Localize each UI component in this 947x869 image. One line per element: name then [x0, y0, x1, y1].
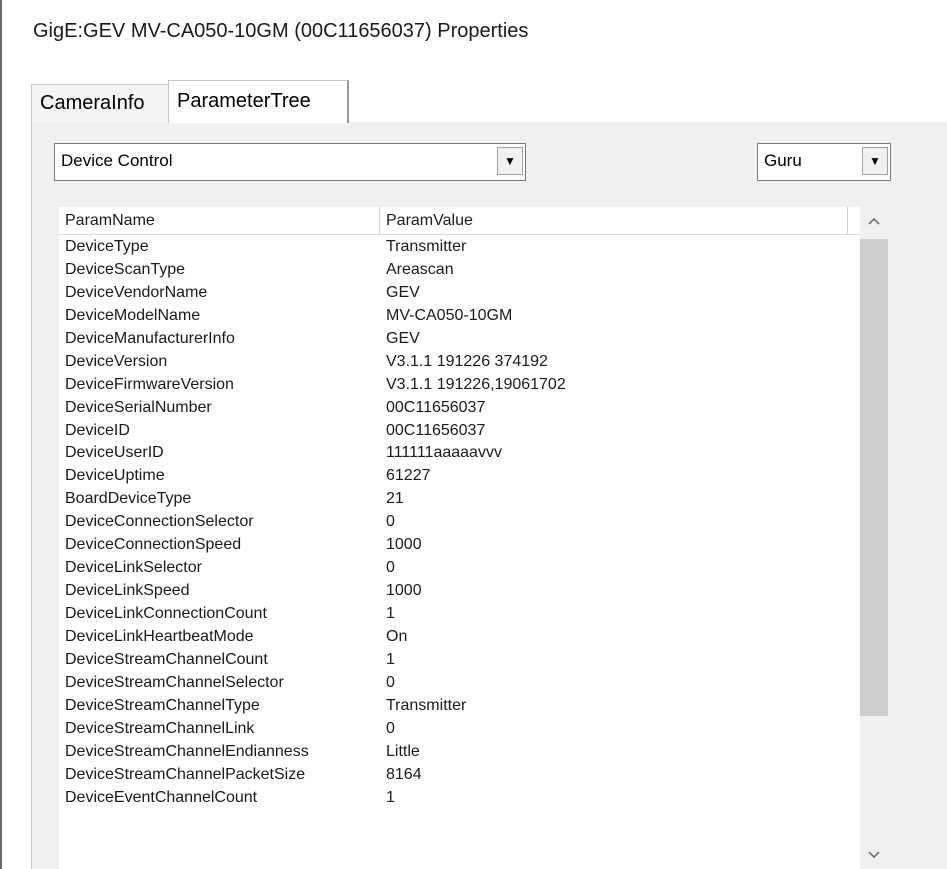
- param-name-cell: DeviceStreamChannelCount: [65, 650, 268, 668]
- table-row[interactable]: DeviceLinkSelector 0: [59, 556, 860, 579]
- param-value-cell[interactable]: 1: [380, 786, 848, 809]
- category-select[interactable]: Device Control ▼: [54, 143, 526, 181]
- table-row[interactable]: DeviceScanType Areascan: [59, 258, 860, 281]
- table-row[interactable]: DeviceLinkConnectionCount 1: [59, 602, 860, 625]
- param-value-cell[interactable]: 0: [380, 717, 848, 740]
- table-row[interactable]: DeviceConnectionSpeed 1000: [59, 533, 860, 556]
- param-value-cell[interactable]: 0: [380, 671, 848, 694]
- table-row[interactable]: DeviceUptime 61227: [59, 464, 860, 487]
- table-row[interactable]: DeviceType Transmitter: [59, 235, 860, 258]
- param-name-cell: DeviceStreamChannelLink: [65, 719, 255, 737]
- table-row[interactable]: DeviceFirmwareVersion V3.1.1 191226,19061…: [59, 373, 860, 396]
- tab-camerainfo[interactable]: CameraInfo: [31, 84, 169, 122]
- param-name-cell: DeviceVendorName: [65, 283, 208, 301]
- param-value-cell[interactable]: 61227: [380, 464, 848, 487]
- tab-parametertree[interactable]: ParameterTree: [168, 80, 349, 123]
- param-name-cell: DeviceManufacturerInfo: [65, 329, 235, 347]
- scrollbar-thumb[interactable]: [860, 239, 888, 716]
- window-left-border: [0, 0, 2, 869]
- param-value-cell[interactable]: On: [380, 625, 848, 648]
- param-name-cell: DeviceUserID: [65, 444, 164, 462]
- table-row[interactable]: DeviceModelName MV-CA050-10GM: [59, 304, 860, 327]
- param-name-cell: DeviceScanType: [65, 260, 186, 278]
- table-row[interactable]: DeviceUserID 111111aaaaavvv: [59, 441, 860, 464]
- visibility-level-select-value: Guru: [764, 151, 802, 170]
- table-row[interactable]: DeviceStreamChannelType Transmitter: [59, 694, 860, 717]
- param-name-cell: DeviceStreamChannelPacketSize: [65, 765, 306, 783]
- param-value-cell[interactable]: 111111aaaaavvv: [380, 441, 848, 464]
- table-row[interactable]: DeviceConnectionSelector 0: [59, 510, 860, 533]
- table-row[interactable]: DeviceStreamChannelEndianness Little: [59, 740, 860, 763]
- table-row[interactable]: DeviceStreamChannelPacketSize 8164: [59, 763, 860, 786]
- table-row[interactable]: DeviceVendorName GEV: [59, 281, 860, 304]
- param-value-cell[interactable]: 0: [380, 556, 848, 579]
- param-name-cell: DeviceStreamChannelEndianness: [65, 742, 309, 760]
- param-name-cell: DeviceLinkSpeed: [65, 582, 190, 600]
- table-row[interactable]: DeviceManufacturerInfo GEV: [59, 327, 860, 350]
- category-select-value: Device Control: [61, 151, 173, 170]
- param-value-cell[interactable]: MV-CA050-10GM: [380, 304, 848, 327]
- table-row[interactable]: DeviceID 00C11656037: [59, 419, 860, 442]
- param-name-cell: DeviceLinkConnectionCount: [65, 605, 267, 622]
- param-value-cell[interactable]: Areascan: [380, 258, 848, 281]
- column-header-paramvalue[interactable]: ParamValue: [380, 207, 848, 234]
- param-value-cell[interactable]: Transmitter: [380, 235, 848, 258]
- table-row[interactable]: DeviceSerialNumber 00C11656037: [59, 396, 860, 419]
- param-value-cell[interactable]: 1000: [380, 579, 848, 602]
- column-header-paramname[interactable]: ParamName: [59, 207, 380, 234]
- param-name-cell: DeviceStreamChannelSelector: [65, 673, 284, 691]
- table-row[interactable]: DeviceVersion V3.1.1 191226 374192: [59, 350, 860, 373]
- param-value-cell[interactable]: 00C11656037: [380, 396, 848, 419]
- chevron-down-icon[interactable]: ▼: [862, 147, 888, 175]
- table-row[interactable]: BoardDeviceType 21: [59, 487, 860, 510]
- param-value-cell[interactable]: 0: [380, 510, 848, 533]
- param-name-cell: DeviceVersion: [65, 352, 168, 370]
- param-name-cell: DeviceModelName: [65, 306, 201, 324]
- param-value-cell[interactable]: 1: [380, 602, 848, 625]
- scroll-down-icon[interactable]: [860, 841, 888, 869]
- table-header: ParamName ParamValue: [59, 207, 860, 235]
- param-name-cell: DeviceSerialNumber: [65, 398, 212, 416]
- param-name-cell: DeviceConnectionSelector: [65, 513, 254, 531]
- table-row[interactable]: DeviceLinkSpeed 1000: [59, 579, 860, 602]
- param-name-cell: DeviceType: [65, 238, 149, 255]
- param-value-cell[interactable]: Little: [380, 740, 848, 763]
- table-row[interactable]: DeviceStreamChannelCount 1: [59, 648, 860, 671]
- param-value-cell[interactable]: Transmitter: [380, 694, 848, 717]
- param-name-cell: BoardDeviceType: [65, 490, 192, 508]
- param-name-cell: DeviceLinkSelector: [65, 559, 202, 577]
- visibility-level-select[interactable]: Guru ▼: [757, 143, 891, 181]
- param-value-cell[interactable]: GEV: [380, 327, 848, 350]
- param-value-cell[interactable]: V3.1.1 191226 374192: [380, 350, 848, 373]
- param-name-cell: DeviceConnectionSpeed: [65, 536, 242, 554]
- param-name-cell: DeviceFirmwareVersion: [65, 375, 234, 393]
- param-name-cell: DeviceID: [65, 421, 130, 439]
- param-value-cell[interactable]: 21: [380, 487, 848, 510]
- parameter-table: ParamName ParamValue DeviceType Transmitt…: [59, 207, 860, 869]
- table-row[interactable]: DeviceStreamChannelSelector 0: [59, 671, 860, 694]
- param-value-cell[interactable]: 00C11656037: [380, 419, 848, 442]
- param-name-cell: DeviceEventChannelCount: [65, 788, 258, 806]
- param-value-cell[interactable]: V3.1.1 191226,19061702: [380, 373, 848, 396]
- window-title: GigE:GEV MV-CA050-10GM (00C11656037) Pro…: [33, 20, 529, 42]
- table-row[interactable]: DeviceLinkHeartbeatMode On: [59, 625, 860, 648]
- table-row[interactable]: DeviceEventChannelCount 1: [59, 786, 860, 809]
- param-name-cell: DeviceStreamChannelType: [65, 696, 260, 714]
- table-body: DeviceType Transmitter DeviceScanType Areas…: [59, 235, 860, 808]
- param-value-cell[interactable]: 1: [380, 648, 848, 671]
- chevron-down-icon[interactable]: ▼: [497, 147, 523, 175]
- table-row[interactable]: DeviceStreamChannelLink 0: [59, 717, 860, 740]
- param-value-cell[interactable]: 8164: [380, 763, 848, 786]
- param-value-cell[interactable]: 1000: [380, 533, 848, 556]
- param-name-cell: DeviceUptime: [65, 467, 165, 485]
- scroll-up-icon[interactable]: [860, 207, 888, 235]
- param-name-cell: DeviceLinkHeartbeatMode: [65, 627, 254, 645]
- vertical-scrollbar[interactable]: [860, 207, 888, 869]
- param-value-cell[interactable]: GEV: [380, 281, 848, 304]
